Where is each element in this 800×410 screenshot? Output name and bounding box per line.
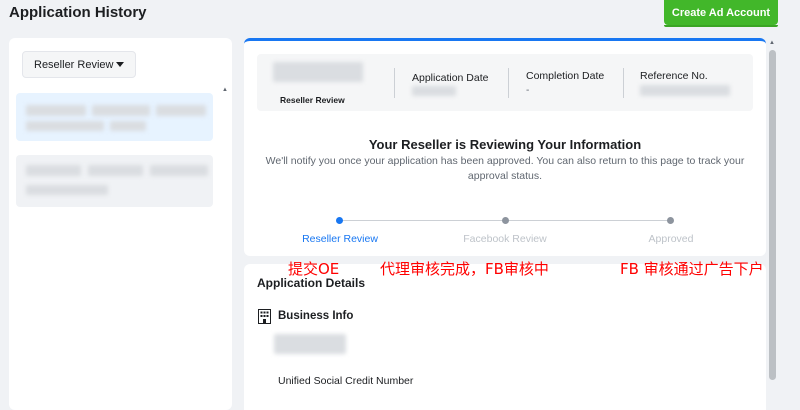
page-scrollbar[interactable]: ▲	[767, 38, 778, 410]
application-date-label: Application Date	[412, 72, 489, 84]
application-date-column: Application Date	[395, 54, 508, 111]
annotation-reseller-done: 代理审核完成，FB审核中	[380, 260, 549, 278]
redacted-text	[88, 165, 143, 176]
scroll-up-arrow-icon[interactable]: ▲	[222, 87, 228, 93]
progress-track	[506, 220, 672, 221]
redacted-text	[26, 185, 108, 195]
annotation-submit-oe: 提交OE	[288, 260, 340, 278]
create-ad-account-button[interactable]: Create Ad Account	[664, 0, 778, 27]
step-label-approved: Approved	[648, 233, 694, 245]
redacted-text	[156, 105, 206, 116]
step-label-facebook-review: Facebook Review	[463, 233, 547, 245]
status-filter-dropdown[interactable]: Reseller Review	[22, 51, 136, 78]
application-list-item-selected[interactable]	[16, 93, 213, 141]
status-sub-label: Reseller Review	[280, 95, 345, 105]
status-description: We'll notify you once your application h…	[265, 155, 745, 182]
redacted-text	[26, 165, 81, 176]
scrollbar-thumb[interactable]	[769, 50, 776, 380]
unified-social-credit-label: Unified Social Credit Number	[278, 375, 414, 387]
application-list-item[interactable]	[16, 155, 213, 207]
status-column: Reseller Review	[257, 54, 394, 111]
annotation-fb-approved: FB 审核通过广告下户	[620, 260, 764, 278]
caret-down-icon	[116, 62, 124, 67]
reference-no-label: Reference No.	[640, 70, 708, 82]
redacted-text	[110, 121, 146, 131]
step-dot-pending	[667, 217, 674, 224]
business-info-heading: Business Info	[278, 310, 354, 322]
redacted-business-name	[274, 334, 346, 354]
redacted-text	[26, 121, 104, 131]
redacted-text	[26, 105, 86, 116]
completion-date-label: Completion Date	[526, 70, 605, 82]
step-dot-pending	[502, 217, 509, 224]
completion-date-column: Completion Date -	[509, 54, 622, 111]
progress-track	[340, 220, 506, 221]
status-heading: Your Reseller is Reviewing Your Informat…	[368, 137, 642, 152]
reference-no-column: Reference No.	[624, 54, 753, 111]
application-summary-strip: Reseller Review Application Date Complet…	[257, 54, 753, 111]
building-icon	[258, 309, 271, 324]
application-status-card: Reseller Review Application Date Complet…	[244, 38, 766, 256]
application-list-panel: Reseller Review ▲	[9, 38, 232, 410]
step-dot-active	[336, 217, 343, 224]
status-filter-label: Reseller Review	[34, 58, 114, 71]
page-title: Application History	[9, 4, 147, 21]
completion-date-value: -	[526, 85, 530, 96]
redacted-reference	[640, 85, 730, 96]
redacted-text	[150, 165, 208, 176]
step-label-reseller-review: Reseller Review	[302, 233, 378, 245]
redacted-date	[412, 86, 456, 96]
redacted-name	[273, 62, 363, 82]
scroll-up-arrow-icon[interactable]: ▲	[769, 40, 775, 46]
redacted-text	[92, 105, 150, 116]
application-details-card: Application Details Business Info Unifie…	[244, 264, 766, 410]
